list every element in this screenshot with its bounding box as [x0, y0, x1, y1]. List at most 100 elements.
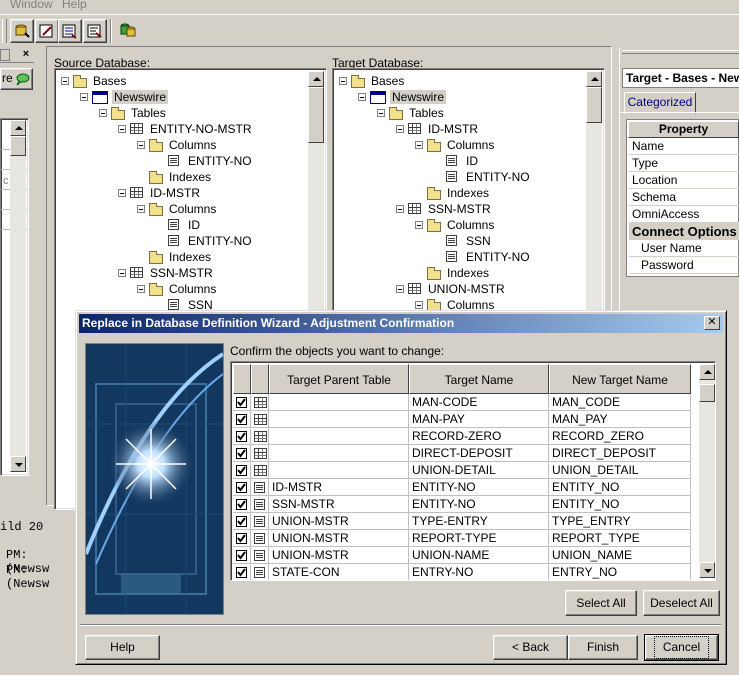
finish-button[interactable]: Finish [568, 635, 638, 660]
property-row[interactable]: User Name [629, 240, 739, 257]
scroll-up-icon[interactable] [308, 71, 324, 87]
grid-row[interactable]: STATE-CON ENTRY-NO ENTRY_NO [233, 564, 699, 580]
collapse-toggle-icon[interactable] [396, 205, 404, 213]
tree-node[interactable]: Newswire [112, 89, 169, 105]
property-row[interactable]: Name [629, 138, 739, 155]
connect-db-icon[interactable] [10, 19, 34, 43]
scroll-down-icon[interactable] [699, 562, 715, 578]
tree-node[interactable]: ENTITY-NO-MSTR [150, 121, 252, 137]
collapse-toggle-icon[interactable] [137, 205, 145, 213]
tree-node[interactable]: Columns [447, 217, 494, 233]
menu-window[interactable]: Window [10, 0, 53, 11]
grid-row[interactable]: MAN-CODE MAN_CODE [233, 394, 699, 411]
collapse-toggle-icon[interactable] [339, 77, 347, 85]
menu-help[interactable]: Help [62, 0, 87, 11]
grid-row[interactable]: MAN-PAY MAN_PAY [233, 411, 699, 428]
row-checkbox[interactable] [236, 465, 247, 476]
scroll-thumb[interactable] [308, 87, 324, 143]
close-icon[interactable]: ✕ [704, 316, 720, 330]
row-checkbox[interactable] [236, 567, 247, 578]
collapse-toggle-icon[interactable] [118, 125, 126, 133]
left-scrollbar[interactable] [10, 120, 26, 472]
scroll-thumb[interactable] [586, 87, 602, 123]
back-button[interactable]: < Back [493, 635, 568, 660]
row-checkbox[interactable] [236, 448, 247, 459]
collapse-toggle-icon[interactable] [377, 109, 385, 117]
collapse-toggle-icon[interactable] [80, 93, 88, 101]
databases-icon[interactable] [116, 19, 138, 41]
collapse-toggle-icon[interactable] [415, 141, 423, 149]
grid-row[interactable]: RECORD-ZERO RECORD_ZERO [233, 428, 699, 445]
dialog-titlebar[interactable]: Replace in Database Definition Wizard - … [79, 314, 723, 333]
grid-row[interactable]: ID-MSTR ENTITY-NO ENTITY_NO [233, 479, 699, 496]
tree-node[interactable]: ENTITY-NO [466, 169, 530, 185]
tree-node[interactable]: Columns [447, 137, 494, 153]
tree-node[interactable]: ID [466, 153, 478, 169]
tree-node[interactable]: Indexes [169, 249, 211, 265]
tree-node[interactable]: Tables [131, 105, 166, 121]
collapse-toggle-icon[interactable] [137, 285, 145, 293]
collapse-toggle-icon[interactable] [358, 93, 366, 101]
tree-node[interactable]: Bases [371, 73, 404, 89]
tree-node[interactable]: ENTITY-NO [188, 153, 252, 169]
property-row[interactable]: Location [629, 172, 739, 189]
tree-node[interactable]: Columns [169, 137, 216, 153]
tree-node[interactable]: ENTITY-NO [466, 249, 530, 265]
grid-header-parent[interactable]: Target Parent Table [269, 364, 409, 394]
compare-icon[interactable] [83, 19, 107, 43]
grid-header-new-name[interactable]: New Target Name [549, 364, 691, 394]
scroll-up-icon[interactable] [699, 364, 715, 380]
tree-node[interactable]: Newswire [390, 89, 447, 105]
row-checkbox[interactable] [236, 431, 247, 442]
tree-node[interactable]: UNION-MSTR [428, 281, 505, 297]
tree-node[interactable]: Indexes [169, 169, 211, 185]
collapse-toggle-icon[interactable] [118, 189, 126, 197]
grid-row[interactable]: UNION-MSTR TYPE-ENTRY TYPE_ENTRY [233, 513, 699, 530]
tree-node[interactable]: Tables [409, 105, 444, 121]
collapse-toggle-icon[interactable] [415, 301, 423, 309]
minimize-icon[interactable] [0, 49, 10, 61]
grid-row[interactable]: UNION-MSTR REPORT-TYPE REPORT_TYPE [233, 530, 699, 547]
tree-node[interactable]: ENTITY-NO [188, 233, 252, 249]
collapse-toggle-icon[interactable] [118, 269, 126, 277]
row-checkbox[interactable] [236, 482, 247, 493]
deselect-all-button[interactable]: Deselect All [643, 590, 720, 616]
left-panel-button[interactable]: re [0, 68, 33, 90]
scroll-thumb[interactable] [699, 384, 715, 402]
select-all-button[interactable]: Select All [565, 590, 637, 616]
tree-node[interactable]: ID [188, 217, 200, 233]
row-checkbox[interactable] [236, 533, 247, 544]
row-checkbox[interactable] [236, 414, 247, 425]
collapse-toggle-icon[interactable] [137, 141, 145, 149]
close-icon[interactable]: × [20, 48, 32, 60]
row-checkbox[interactable] [236, 516, 247, 527]
collapse-toggle-icon[interactable] [396, 285, 404, 293]
scroll-up-icon[interactable] [10, 120, 26, 136]
tree-node[interactable]: SSN-MSTR [150, 265, 213, 281]
row-checkbox[interactable] [236, 397, 247, 408]
splitter[interactable] [36, 46, 44, 506]
tree-node[interactable]: SSN-MSTR [428, 201, 491, 217]
row-checkbox[interactable] [236, 550, 247, 561]
tree-node[interactable]: Bases [93, 73, 126, 89]
cancel-button[interactable]: Cancel [644, 634, 719, 661]
scroll-up-icon[interactable] [586, 71, 602, 87]
grid-row[interactable]: UNION-MSTR UNION-NAME UNION_NAME [233, 547, 699, 564]
property-row[interactable]: Schema [629, 189, 739, 206]
tree-node[interactable]: Columns [169, 281, 216, 297]
grid-header-name[interactable]: Target Name [409, 364, 549, 394]
property-section[interactable]: Connect Options [629, 223, 739, 240]
property-row[interactable]: Type [629, 155, 739, 172]
changes-grid[interactable]: Target Parent Table Target Name New Targ… [230, 361, 716, 581]
row-checkbox[interactable] [236, 499, 247, 510]
property-row[interactable]: Password [629, 257, 739, 274]
tree-node[interactable]: Columns [169, 201, 216, 217]
collapse-toggle-icon[interactable] [61, 77, 69, 85]
grid-row[interactable]: DIRECT-DEPOSIT DIRECT_DEPOSIT [233, 445, 699, 462]
tab-categorized[interactable]: Categorized [624, 92, 696, 114]
grid-row[interactable]: SSN-MSTR ENTITY-NO ENTITY_NO [233, 496, 699, 513]
collapse-toggle-icon[interactable] [99, 109, 107, 117]
tree-node[interactable]: ID-MSTR [150, 185, 200, 201]
scroll-thumb[interactable] [10, 136, 26, 156]
collapse-toggle-icon[interactable] [415, 221, 423, 229]
